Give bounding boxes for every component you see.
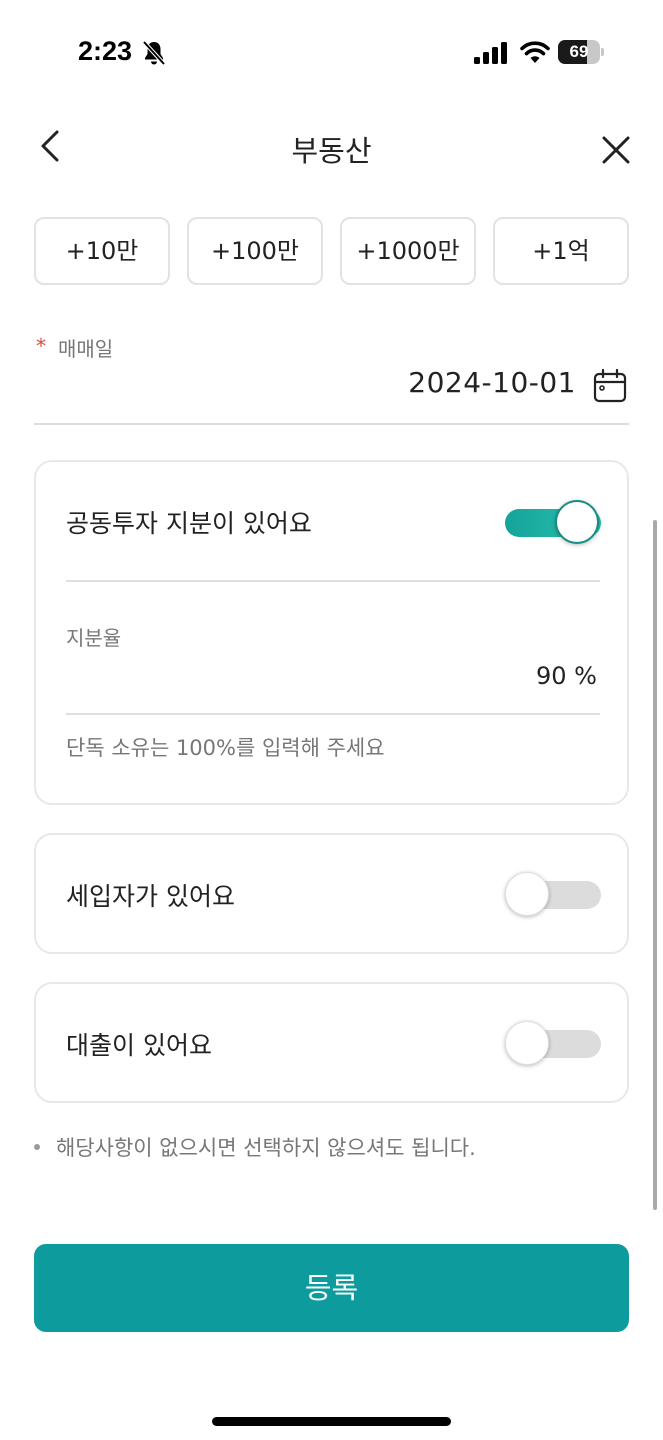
share-ratio-hint: 단독 소유는 100%를 입력해 주세요	[66, 736, 385, 760]
battery-level: 69	[569, 42, 589, 61]
share-ratio-input[interactable]: 90 %	[536, 662, 597, 690]
signal-icon	[474, 42, 507, 64]
close-icon	[602, 136, 630, 164]
add-1-eok-button[interactable]: +1억	[493, 217, 629, 285]
optional-note-text: 해당사항이 없으시면 선택하지 않으셔도 됩니다.	[56, 1136, 476, 1160]
tenant-label: 세입자가 있어요	[66, 882, 235, 911]
joint-investment-toggle[interactable]	[505, 500, 601, 546]
close-button[interactable]	[594, 128, 638, 172]
loan-card: 대출이 있어요	[34, 982, 629, 1103]
toggle-knob	[555, 500, 599, 544]
card-divider	[66, 580, 600, 582]
toggle-knob	[505, 872, 549, 916]
loan-toggle[interactable]	[505, 1021, 601, 1067]
battery-cap	[601, 48, 604, 56]
sale-date-input[interactable]: 2024-10-01	[408, 366, 576, 399]
optional-note: 해당사항이 없으시면 선택하지 않으셔도 됩니다.	[34, 1132, 476, 1162]
share-ratio-label: 지분율	[66, 626, 122, 650]
scrollbar[interactable]	[653, 520, 657, 1210]
calendar-icon[interactable]	[592, 368, 628, 404]
tenant-card: 세입자가 있어요	[34, 833, 629, 954]
loan-label: 대출이 있어요	[66, 1031, 212, 1060]
joint-investment-card: 공동투자 지분이 있어요 지분율 90 % 단독 소유는 100%를 입력해 주…	[34, 460, 629, 805]
joint-investment-label: 공동투자 지분이 있어요	[66, 509, 312, 538]
sale-date-underline	[34, 423, 629, 425]
wifi-icon	[520, 41, 550, 63]
home-indicator[interactable]	[212, 1417, 451, 1426]
add-10-man-button[interactable]: +10만	[34, 217, 170, 285]
required-mark: *	[36, 334, 46, 358]
register-button[interactable]: 등록	[34, 1244, 629, 1332]
screen: 2:23 69 부동산 +10만 +100만 +1000만 +1억 * 매매일 …	[0, 0, 663, 1440]
battery-icon: 69	[558, 40, 604, 64]
toggle-knob	[505, 1021, 549, 1065]
add-100-man-button[interactable]: +100만	[187, 217, 323, 285]
tenant-toggle[interactable]	[505, 872, 601, 918]
share-ratio-underline	[66, 713, 600, 715]
bell-off-icon	[142, 40, 166, 66]
amount-button-row: +10만 +100만 +1000만 +1억	[34, 217, 629, 285]
add-1000-man-button[interactable]: +1000만	[340, 217, 476, 285]
battery-body: 69	[558, 40, 600, 64]
page-title: 부동산	[291, 134, 372, 168]
sale-date-label: 매매일	[58, 337, 114, 361]
status-time: 2:23	[78, 36, 133, 66]
bullet-icon	[34, 1144, 40, 1150]
